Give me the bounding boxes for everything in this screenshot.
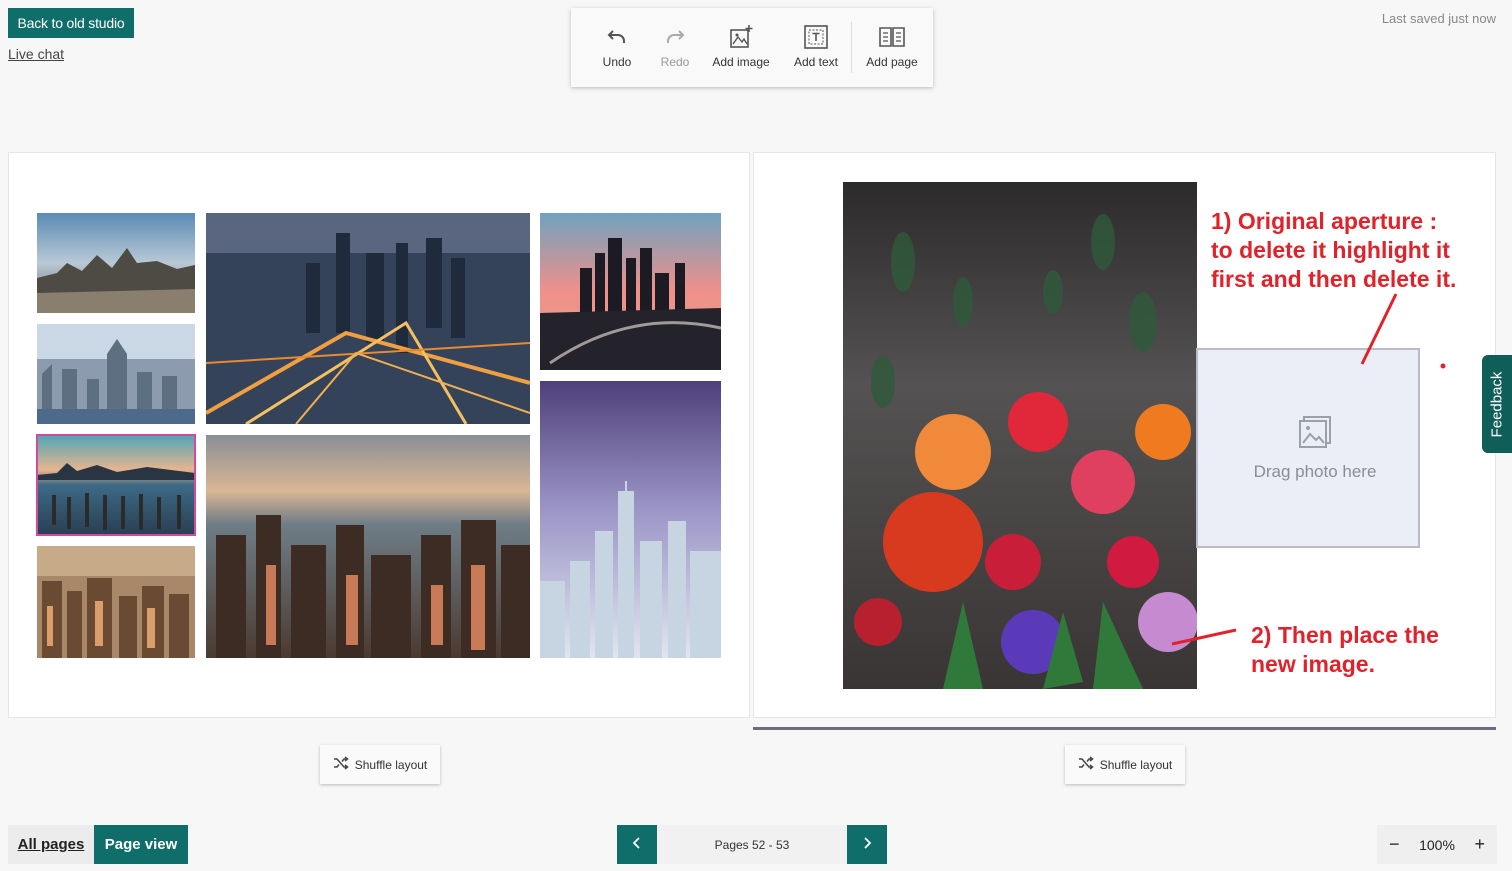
add-text-label: Add text: [793, 55, 839, 69]
redo-button[interactable]: Redo: [649, 8, 701, 87]
redo-icon: [664, 23, 686, 51]
city-photo-1[interactable]: [37, 213, 195, 313]
undo-icon: [606, 23, 628, 51]
zoom-control: − 100% +: [1377, 825, 1497, 864]
editor-toolbar: Undo Redo Add image Add text Add page: [571, 8, 933, 87]
next-page-button[interactable]: [847, 825, 887, 864]
annotation-dot: [1440, 363, 1446, 369]
chicago-aerial-photo[interactable]: [206, 435, 530, 658]
flower-bouquet-photo[interactable]: [843, 182, 1197, 689]
annotation-arrow-2: [1171, 628, 1237, 646]
all-pages-tab[interactable]: All pages: [8, 825, 94, 864]
add-image-icon: [728, 23, 754, 51]
feedback-label: Feedback: [1488, 371, 1506, 437]
shuffle-icon: [1078, 756, 1094, 773]
dubai-night-photo[interactable]: [206, 213, 530, 424]
shuffle-layout-left-button[interactable]: Shuffle layout: [320, 745, 440, 784]
annotation-step-1: 1) Original aperture : to delete it high…: [1211, 207, 1456, 294]
annotation-arrow-1: [1360, 293, 1398, 365]
add-page-button[interactable]: Add page: [852, 8, 932, 87]
shuffle-layout-right-button[interactable]: Shuffle layout: [1065, 745, 1185, 784]
zoom-out-button[interactable]: −: [1389, 834, 1400, 855]
annotation-arrows: [1171, 293, 1446, 646]
zoom-in-button[interactable]: +: [1474, 834, 1485, 855]
add-text-button[interactable]: Add text: [781, 8, 851, 87]
hong-kong-skyline-photo[interactable]: [540, 381, 721, 658]
add-page-label: Add page: [866, 55, 918, 69]
add-image-button[interactable]: Add image: [701, 8, 781, 87]
shuffle-right-label: Shuffle layout: [1099, 757, 1173, 772]
chevron-left-icon: [632, 836, 642, 854]
page-range-indicator: Pages 52 - 53: [657, 825, 847, 864]
annotation-1-line-1: 1) Original aperture :: [1211, 208, 1438, 234]
annotation-1-line-2: to delete it highlight it: [1211, 237, 1450, 263]
live-chat-link[interactable]: Live chat: [8, 46, 64, 62]
add-text-icon: [803, 23, 829, 51]
shuffle-left-label: Shuffle layout: [354, 757, 428, 772]
add-page-icon: [878, 23, 906, 51]
city-photo-3-selected[interactable]: [36, 434, 196, 536]
previous-page-button[interactable]: [617, 825, 657, 864]
add-image-label: Add image: [712, 55, 770, 69]
redo-label: Redo: [660, 55, 690, 69]
zoom-level: 100%: [1419, 836, 1455, 853]
active-page-indicator: [753, 727, 1496, 730]
seattle-sunset-photo[interactable]: [540, 213, 721, 370]
city-photo-2[interactable]: [37, 324, 195, 424]
shuffle-icon: [333, 756, 349, 773]
feedback-tab[interactable]: Feedback: [1482, 355, 1512, 453]
last-saved-status: Last saved just now: [1381, 11, 1496, 26]
chevron-right-icon: [862, 836, 872, 854]
page-view-tab[interactable]: Page view: [94, 825, 188, 864]
back-to-old-studio-button[interactable]: Back to old studio: [8, 8, 134, 38]
undo-label: Undo: [602, 55, 632, 69]
undo-button[interactable]: Undo: [571, 8, 649, 87]
city-photo-4[interactable]: [37, 546, 195, 658]
